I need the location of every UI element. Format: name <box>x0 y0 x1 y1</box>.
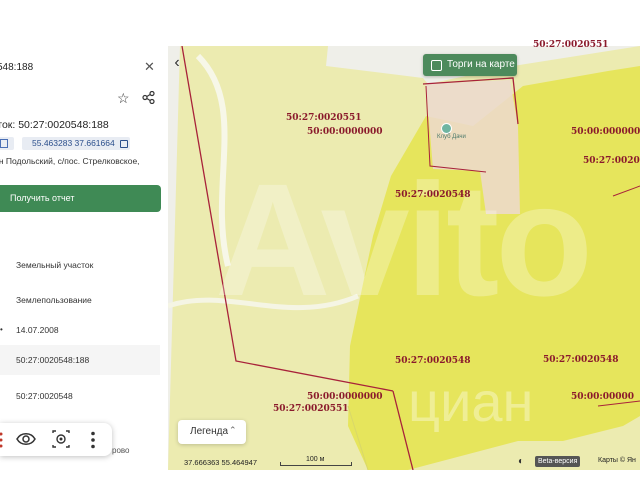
cadastral-label: 50:00:0000000 <box>307 127 383 137</box>
avito-watermark: Avito <box>215 150 593 329</box>
info-row-value: 14.07.2008 <box>16 325 59 335</box>
share-icon[interactable] <box>142 90 155 109</box>
cadastral-label: 50:27:0020551 <box>273 404 349 414</box>
more-left-icon[interactable] <box>0 432 3 453</box>
auctions-on-map-toggle[interactable]: Торги на карте <box>423 54 517 76</box>
info-row: Земельный участок <box>0 250 160 280</box>
cadastral-label: 50:27:0020548 <box>543 355 619 365</box>
eye-icon[interactable] <box>16 431 36 452</box>
coordinates-chip[interactable]: 55.463283 37.661664 <box>22 137 130 150</box>
chevron-up-icon: ⌃ <box>229 425 237 435</box>
info-row: 14.07.2008 <box>0 315 160 345</box>
info-row: Землепользование <box>0 285 160 315</box>
bottom-bar <box>0 470 640 480</box>
info-row-value: Землепользование <box>16 295 92 305</box>
info-row-value: 50:27:0020548 <box>16 391 73 401</box>
info-row[interactable]: 50:27:0020548 <box>0 381 160 411</box>
cadastral-label: 50:27:0020548 <box>395 356 471 366</box>
yandex-logo-icon: ◐ <box>518 456 525 467</box>
camera-icon[interactable] <box>51 430 71 453</box>
floating-toolbar <box>0 423 112 456</box>
screenshot-frame: Avito циан 50:27:0020551 50:27:0020551 5… <box>0 0 640 480</box>
parcel-heading: сток: 50:27:0020548:188 <box>0 119 109 131</box>
cadastral-label: 50:00:00000 <box>571 392 635 402</box>
cadastral-label: 50:00:000000 <box>571 127 640 137</box>
cadastral-label: 50:27:0020548 <box>395 190 471 200</box>
copy-chip[interactable] <box>0 137 14 150</box>
copy-icon[interactable] <box>120 140 128 148</box>
cadastral-label: 50:27:0020551 <box>533 40 609 50</box>
close-icon[interactable]: ✕ <box>144 59 155 75</box>
map-attribution[interactable]: Карты © Ян <box>598 457 636 464</box>
poi-label: Клуб Дачи <box>437 134 466 140</box>
cian-watermark: циан <box>408 370 534 433</box>
beta-badge: Beta-версия <box>535 456 581 467</box>
checkbox-icon[interactable] <box>431 60 442 71</box>
poi-marker-icon[interactable] <box>441 123 452 134</box>
collapse-panel-chevron-icon[interactable]: ‹ <box>168 52 186 74</box>
info-row-value: Земельный участок <box>16 260 94 270</box>
cadastral-label: 50:00:0000000 <box>307 392 383 402</box>
coordinates-readout: 37.666363 55.464947 <box>184 458 257 467</box>
panel-trailing-text: рово <box>112 446 130 455</box>
cadastral-label: 50:27:00205 <box>583 156 640 166</box>
copy-icon <box>0 139 8 148</box>
cadastral-label: 50:27:0020551 <box>286 113 362 123</box>
legend-label: Легенда <box>190 426 229 437</box>
coordinates-value: 55.463283 37.661664 <box>32 138 115 148</box>
get-report-label: Получить отчет <box>10 193 75 203</box>
scale-label: 100 м <box>306 456 325 463</box>
parcel-address: -н Подольский, с/пос. Стрелковское, <box>0 156 140 166</box>
info-row-value: 50:27:0020548:188 <box>16 355 90 365</box>
legend-button[interactable]: Легенда ⌃ <box>178 420 246 444</box>
more-vertical-icon[interactable] <box>90 431 96 454</box>
parcel-info-panel: 548:188 ✕ ☆ сток: 50:27:0020548:188 55.4… <box>0 46 168 470</box>
auctions-toggle-label: Торги на карте <box>447 59 515 70</box>
get-report-button[interactable]: Получить отчет <box>0 185 161 212</box>
panel-title: 548:188 <box>0 62 34 73</box>
star-icon[interactable]: ☆ <box>117 90 130 107</box>
info-row[interactable]: 50:27:0020548:188 <box>0 345 160 375</box>
